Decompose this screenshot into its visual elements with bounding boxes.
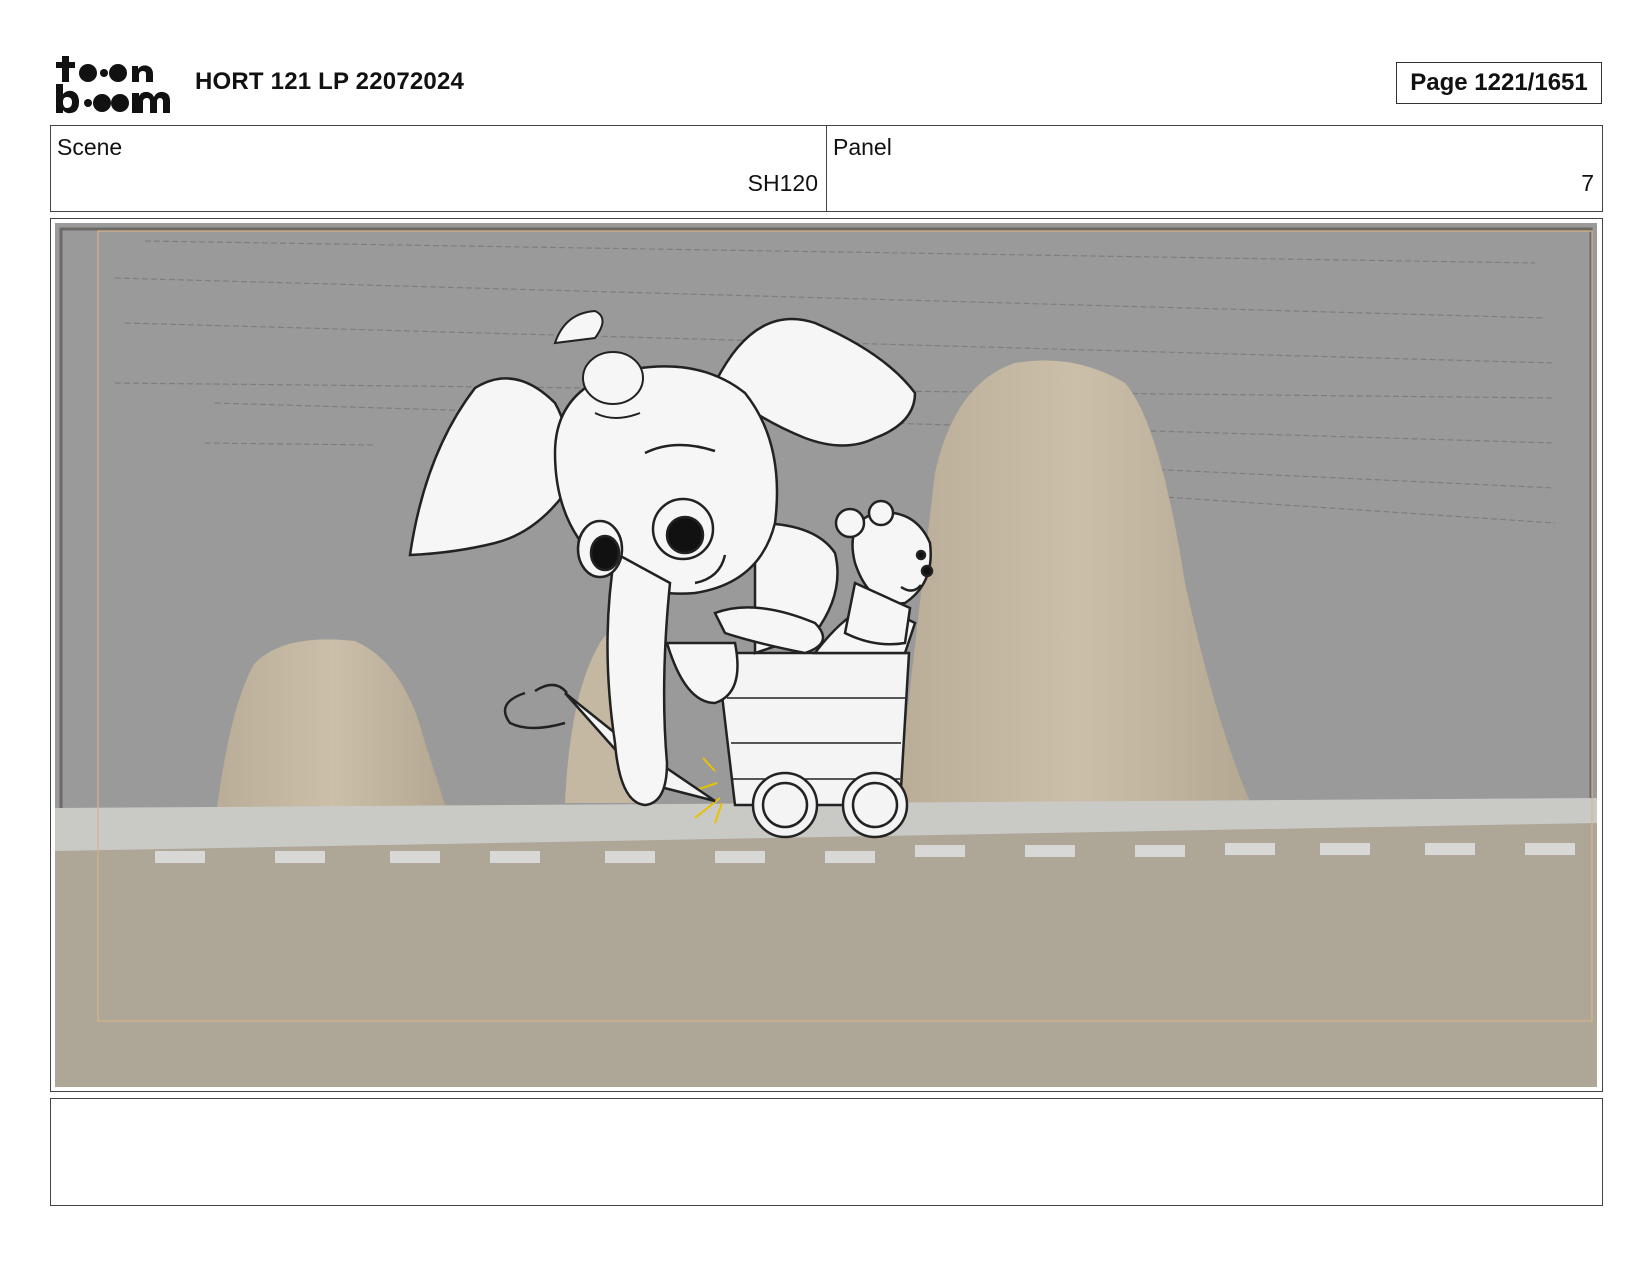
scene-cell: Scene SH120 <box>51 126 827 211</box>
scene-label: Scene <box>57 134 123 160</box>
storyboard-panel-image <box>55 223 1597 1087</box>
storyboard-panel-frame <box>50 218 1603 1092</box>
toon-boom-logo <box>54 54 172 116</box>
panel-notes-box <box>50 1098 1603 1206</box>
page-indicator: Page 1221/1651 <box>1396 62 1602 104</box>
scene-value: SH120 <box>747 170 818 196</box>
scene-panel-info: Scene SH120 Panel 7 <box>50 125 1603 212</box>
panel-value: 7 <box>1581 170 1594 196</box>
panel-label: Panel <box>833 134 892 160</box>
project-title: HORT 121 LP 22072024 <box>195 68 465 95</box>
panel-cell: Panel 7 <box>827 126 1602 211</box>
